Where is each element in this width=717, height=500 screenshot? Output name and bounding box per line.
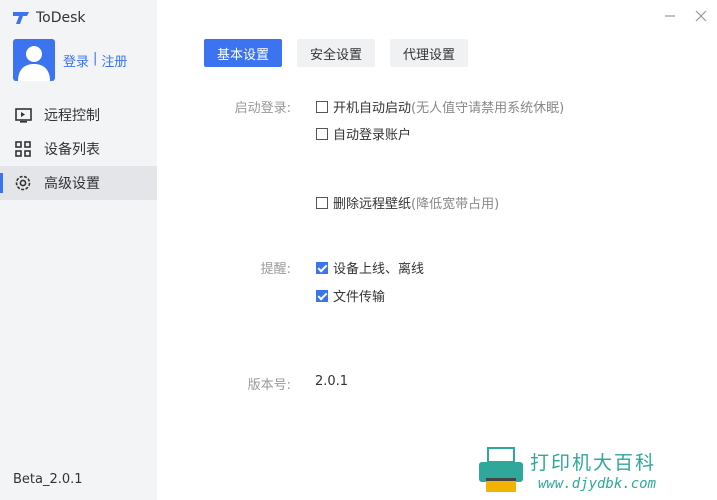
login-link[interactable]: 登录 [63,51,89,70]
user-icon [18,46,50,81]
login-separator: | [93,51,98,66]
sidebar-item-advanced-settings[interactable]: 高级设置 [0,166,157,200]
version-label: 版本号: [247,378,291,393]
remove-wallpaper-hint: (降低宽带占用) [411,197,500,212]
file-transfer-checkbox[interactable] [316,289,328,302]
device-online-checkbox[interactable] [316,261,328,274]
app-logo: ToDesk [12,10,86,26]
auto-start-checkbox[interactable] [316,100,328,113]
file-transfer-label: 文件传输 [333,290,386,305]
sidebar-nav: 远程控制 设备列表 高级设置 [0,98,157,200]
auto-start-label: 开机自动启动 [333,101,412,116]
device-online-option[interactable]: 设备上线、离线 [316,258,424,277]
sidebar-item-device-list[interactable]: 设备列表 [0,132,157,166]
minimize-icon [665,15,675,17]
remove-wallpaper-checkbox[interactable] [316,196,328,209]
auto-login-label: 自动登录账户 [333,128,412,143]
settings-tabs: 基本设置 安全设置 代理设置 [204,39,469,67]
monitor-icon [14,106,32,124]
watermark-text: 打印机大百科 [530,452,657,474]
sidebar-item-remote-control[interactable]: 远程控制 [0,98,157,132]
tab-basic-settings[interactable]: 基本设置 [204,39,283,67]
watermark: 打印机大百科 www.djydbk.com [470,440,715,498]
startup-label: 启动登录: [234,101,291,116]
login-links: 登录 | 注册 [63,51,127,70]
version-value: 2.0.1 [315,374,349,389]
tab-proxy-settings[interactable]: 代理设置 [390,39,469,67]
auto-start-option[interactable]: 开机自动启动 (无人值守请禁用系统休眠) [316,97,564,116]
sidebar: ToDesk 登录 | 注册 远程控制 设备列表 高级设置 Beta_2.0.1 [0,0,157,500]
sidebar-item-label: 设备列表 [44,142,100,158]
remove-wallpaper-label: 删除远程壁纸 [333,197,412,212]
printer-icon [476,446,526,494]
close-button[interactable] [693,8,709,24]
sidebar-item-label: 远程控制 [44,108,100,124]
minimize-button[interactable] [662,8,678,24]
register-link[interactable]: 注册 [101,51,127,70]
todesk-logo-icon [12,11,30,25]
remove-wallpaper-option[interactable]: 删除远程壁纸 (降低宽带占用) [316,193,499,212]
auto-start-hint: (无人值守请禁用系统休眠) [411,101,565,116]
remind-label: 提醒: [260,262,291,277]
sidebar-item-label: 高级设置 [44,176,100,192]
device-online-label: 设备上线、离线 [333,262,425,277]
version-footer: Beta_2.0.1 [13,472,83,487]
auto-login-checkbox[interactable] [316,127,328,140]
avatar[interactable] [13,39,55,81]
close-icon [695,10,707,22]
auto-login-option[interactable]: 自动登录账户 [316,124,411,143]
gear-icon [14,174,32,192]
file-transfer-option[interactable]: 文件传输 [316,286,385,305]
watermark-url: www.djydbk.com [538,476,657,492]
tab-security-settings[interactable]: 安全设置 [297,39,376,67]
app-name: ToDesk [36,10,86,26]
grid-icon [14,140,32,158]
